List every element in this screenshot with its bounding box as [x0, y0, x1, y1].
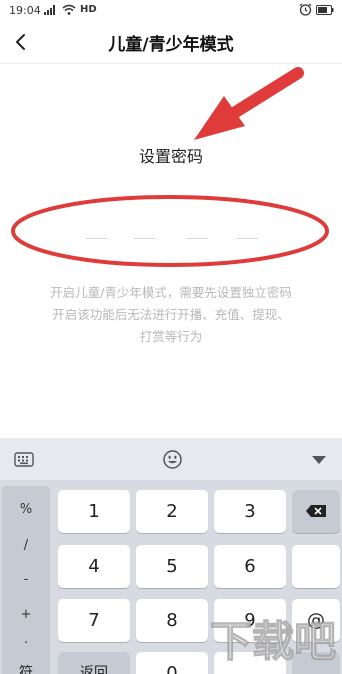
key-9[interactable]: 9: [214, 599, 286, 642]
nav-bar: 儿童/青少年模式: [0, 20, 342, 64]
side-key[interactable]: %: [2, 502, 50, 517]
signal-icon: [44, 5, 55, 15]
side-key[interactable]: /: [2, 538, 50, 553]
key-3[interactable]: 3: [214, 490, 286, 533]
side-key[interactable]: .: [2, 632, 50, 647]
pin-slot: [134, 238, 156, 239]
status-bar: 19:04 HD: [0, 0, 342, 20]
numeric-keyboard: % / - + . 1 2 3 4 5 6 7 8 9 @ 符 返回 0: [0, 438, 342, 674]
side-key[interactable]: +: [2, 607, 50, 622]
key-at[interactable]: @: [292, 599, 340, 642]
symbol-side-column: % / - + .: [2, 486, 50, 674]
emoji-icon[interactable]: [163, 450, 182, 469]
network-type-label: HD: [80, 4, 97, 15]
key-1[interactable]: 1: [58, 490, 130, 533]
key-7[interactable]: 7: [58, 599, 130, 642]
keyboard-icon[interactable]: [14, 452, 34, 467]
hint-line: 打赏等行为: [139, 329, 203, 344]
key-8[interactable]: 8: [136, 599, 208, 642]
pin-slot: [236, 238, 258, 239]
pin-slot: [186, 238, 208, 239]
key-6[interactable]: 6: [214, 545, 286, 588]
status-time: 19:04: [9, 4, 41, 17]
password-input[interactable]: [72, 221, 272, 251]
key-space[interactable]: [214, 652, 286, 674]
key-4[interactable]: 4: [58, 545, 130, 588]
set-password-title: 设置密码: [138, 147, 203, 166]
alarm-icon: [299, 3, 312, 16]
side-key[interactable]: -: [2, 572, 50, 587]
delete-key[interactable]: [292, 490, 340, 533]
backspace-icon: [306, 505, 326, 517]
collapse-icon[interactable]: [311, 455, 327, 465]
back-key[interactable]: 返回: [58, 652, 130, 674]
symbol-key[interactable]: 符: [2, 652, 50, 674]
battery-icon: [316, 5, 334, 15]
key-2[interactable]: 2: [136, 490, 208, 533]
page-title: 儿童/青少年模式: [108, 35, 234, 55]
pin-slot: [86, 238, 108, 239]
key-5[interactable]: 5: [136, 545, 208, 588]
key-0[interactable]: 0: [136, 652, 208, 674]
key-blank[interactable]: [292, 545, 340, 588]
key-enter[interactable]: [292, 652, 340, 674]
hint-line: 开启儿童/青少年模式，需要先设置独立密码: [50, 285, 292, 300]
wifi-icon: [62, 4, 76, 15]
hint-line: 开启该功能后无法进行开播、充值、提现、: [52, 307, 290, 322]
keyboard-toolbar: [0, 438, 342, 480]
annotation-arrow: [194, 67, 304, 140]
